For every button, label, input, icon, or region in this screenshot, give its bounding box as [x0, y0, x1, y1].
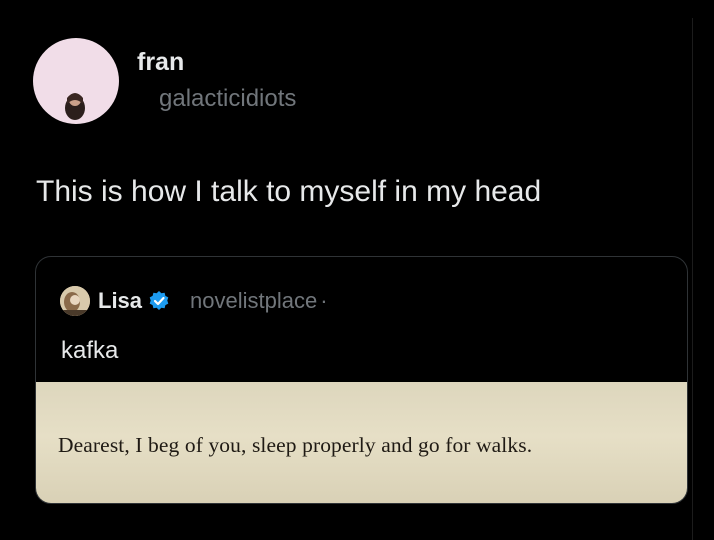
person-silhouette-icon [60, 286, 90, 316]
quoted-author-avatar[interactable] [60, 286, 90, 316]
quoted-author-display-name[interactable]: Lisa [98, 288, 142, 314]
quoted-tweet-header: Lisa novelistplace · [60, 286, 328, 316]
tweet-text: This is how I talk to myself in my head [36, 175, 542, 208]
author-avatar[interactable] [33, 38, 119, 124]
author-handle[interactable]: galacticidiots [159, 85, 296, 113]
column-divider [692, 18, 693, 540]
author-display-name[interactable]: fran [137, 48, 184, 77]
separator-dot: · [320, 288, 328, 313]
quoted-author-handle[interactable]: novelistplace [190, 288, 317, 314]
person-silhouette-icon [65, 93, 85, 120]
quoted-tweet-image[interactable]: Dearest, I beg of you, sleep properly an… [36, 382, 687, 503]
quoted-tweet-text: kafka [61, 337, 119, 364]
book-excerpt-text: Dearest, I beg of you, sleep properly an… [58, 433, 533, 457]
verified-badge-icon [149, 291, 169, 310]
quoted-tweet-card[interactable]: Lisa novelistplace · kafka Dearest, I be… [35, 256, 688, 504]
